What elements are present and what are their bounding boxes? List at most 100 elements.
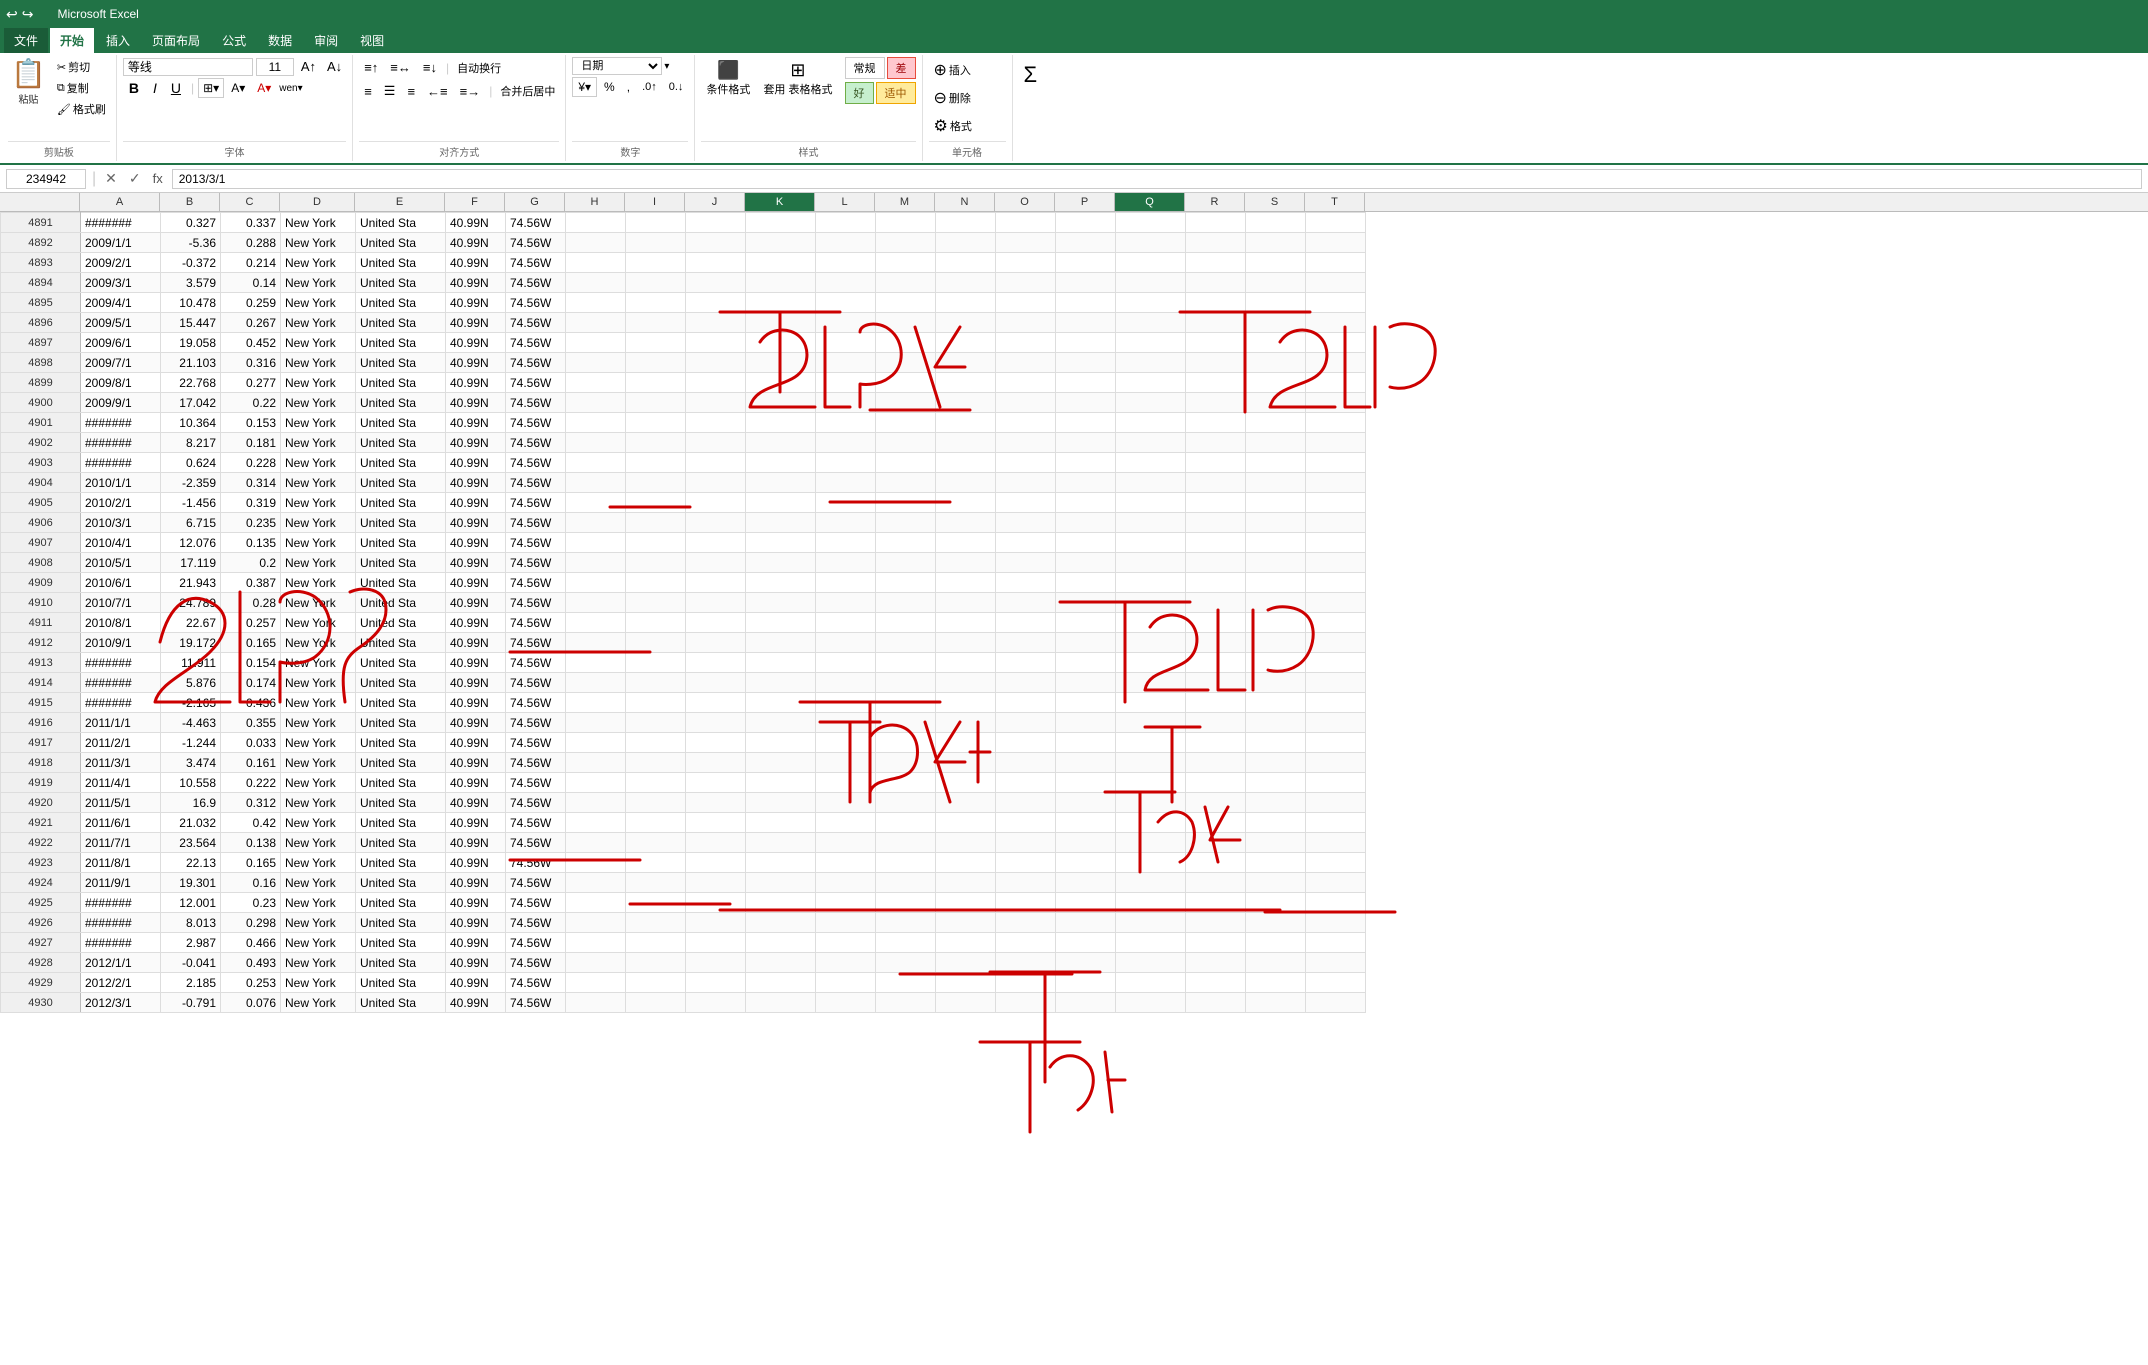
table-cell[interactable]: United Sta [356, 853, 446, 873]
table-row[interactable]: 49172011/2/1-1.2440.033New YorkUnited St… [1, 733, 1366, 753]
table-cell[interactable] [686, 473, 746, 493]
table-cell[interactable] [876, 333, 936, 353]
table-cell[interactable] [746, 493, 816, 513]
table-cell[interactable] [566, 693, 626, 713]
table-cell[interactable]: 0.253 [221, 973, 281, 993]
table-cell[interactable] [566, 733, 626, 753]
table-cell[interactable] [876, 993, 936, 1013]
table-cell[interactable] [1186, 713, 1246, 733]
table-cell[interactable]: United Sta [356, 353, 446, 373]
table-cell[interactable] [686, 553, 746, 573]
table-cell[interactable]: -0.372 [161, 253, 221, 273]
table-cell[interactable] [746, 853, 816, 873]
table-cell[interactable] [876, 233, 936, 253]
table-cell[interactable] [626, 413, 686, 433]
redo-btn[interactable]: ↪ [22, 6, 34, 23]
table-cell[interactable] [1306, 493, 1366, 513]
col-header-O[interactable]: O [995, 193, 1055, 211]
table-cell[interactable] [566, 473, 626, 493]
table-cell[interactable] [626, 333, 686, 353]
col-header-G[interactable]: G [505, 193, 565, 211]
table-cell[interactable]: ####### [81, 213, 161, 233]
table-cell[interactable] [816, 853, 876, 873]
table-cell[interactable] [746, 753, 816, 773]
table-cell[interactable] [1306, 513, 1366, 533]
table-cell[interactable]: 2009/1/1 [81, 233, 161, 253]
table-cell[interactable]: 0.23 [221, 893, 281, 913]
table-cell[interactable]: 0.257 [221, 613, 281, 633]
table-cell[interactable]: 0.16 [221, 873, 281, 893]
table-cell[interactable] [1056, 373, 1116, 393]
table-cell[interactable]: New York [281, 713, 356, 733]
table-cell[interactable] [936, 433, 996, 453]
row-number-cell[interactable]: 4913 [1, 653, 81, 673]
table-cell[interactable] [936, 933, 996, 953]
font-color-btn[interactable]: A▾ [252, 79, 276, 97]
table-cell[interactable] [1246, 493, 1306, 513]
sigma-btn[interactable]: Σ [1019, 57, 1043, 93]
table-cell[interactable] [1186, 973, 1246, 993]
table-cell[interactable]: 2010/9/1 [81, 633, 161, 653]
table-cell[interactable]: 10.478 [161, 293, 221, 313]
table-cell[interactable] [1306, 393, 1366, 413]
row-number-cell[interactable]: 4910 [1, 593, 81, 613]
table-cell[interactable]: 2011/2/1 [81, 733, 161, 753]
col-header-T[interactable]: T [1305, 193, 1365, 211]
table-cell[interactable] [1246, 573, 1306, 593]
table-cell[interactable]: New York [281, 393, 356, 413]
table-cell[interactable] [746, 873, 816, 893]
table-cell[interactable] [936, 333, 996, 353]
table-cell[interactable]: 2011/3/1 [81, 753, 161, 773]
number-format-select[interactable]: 日期 [572, 57, 662, 75]
table-cell[interactable] [626, 313, 686, 333]
table-cell[interactable] [876, 413, 936, 433]
table-cell[interactable] [1056, 953, 1116, 973]
table-cell[interactable] [996, 873, 1056, 893]
tab-home[interactable]: 开始 [50, 28, 94, 53]
table-cell[interactable]: 74.56W [506, 713, 566, 733]
table-cell[interactable] [996, 673, 1056, 693]
table-cell[interactable] [626, 293, 686, 313]
table-cell[interactable]: ####### [81, 933, 161, 953]
table-cell[interactable]: 2011/7/1 [81, 833, 161, 853]
table-cell[interactable] [936, 513, 996, 533]
table-cell[interactable] [626, 713, 686, 733]
table-cell[interactable] [996, 733, 1056, 753]
table-cell[interactable] [746, 333, 816, 353]
table-cell[interactable] [746, 713, 816, 733]
tab-insert[interactable]: 插入 [96, 28, 140, 53]
row-number-cell[interactable]: 4897 [1, 333, 81, 353]
table-cell[interactable]: 21.032 [161, 813, 221, 833]
table-cell[interactable] [996, 553, 1056, 573]
table-cell[interactable]: 40.99N [446, 373, 506, 393]
table-cell[interactable] [566, 853, 626, 873]
table-cell[interactable] [816, 993, 876, 1013]
table-cell[interactable] [1186, 533, 1246, 553]
table-cell[interactable]: 74.56W [506, 253, 566, 273]
table-cell[interactable] [1056, 233, 1116, 253]
table-cell[interactable]: 0.337 [221, 213, 281, 233]
row-number-cell[interactable]: 4896 [1, 313, 81, 333]
table-cell[interactable] [746, 633, 816, 653]
table-cell[interactable] [996, 273, 1056, 293]
table-row[interactable]: 4902#######8.2170.181New YorkUnited Sta4… [1, 433, 1366, 453]
table-cell[interactable] [686, 773, 746, 793]
table-cell[interactable] [1116, 313, 1186, 333]
table-cell[interactable] [626, 893, 686, 913]
table-cell[interactable]: 2009/8/1 [81, 373, 161, 393]
table-cell[interactable]: United Sta [356, 813, 446, 833]
table-cell[interactable]: 40.99N [446, 673, 506, 693]
table-cell[interactable]: United Sta [356, 433, 446, 453]
table-cell[interactable] [1246, 893, 1306, 913]
table-cell[interactable] [626, 653, 686, 673]
table-cell[interactable] [876, 553, 936, 573]
table-cell[interactable]: 0.214 [221, 253, 281, 273]
table-row[interactable]: 49282012/1/1-0.0410.493New YorkUnited St… [1, 953, 1366, 973]
table-cell[interactable]: 22.67 [161, 613, 221, 633]
table-cell[interactable] [566, 933, 626, 953]
table-cell[interactable] [626, 953, 686, 973]
table-row[interactable]: 4925#######12.0010.23New YorkUnited Sta4… [1, 893, 1366, 913]
table-cell[interactable] [1056, 573, 1116, 593]
table-cell[interactable]: United Sta [356, 593, 446, 613]
table-cell[interactable] [746, 253, 816, 273]
